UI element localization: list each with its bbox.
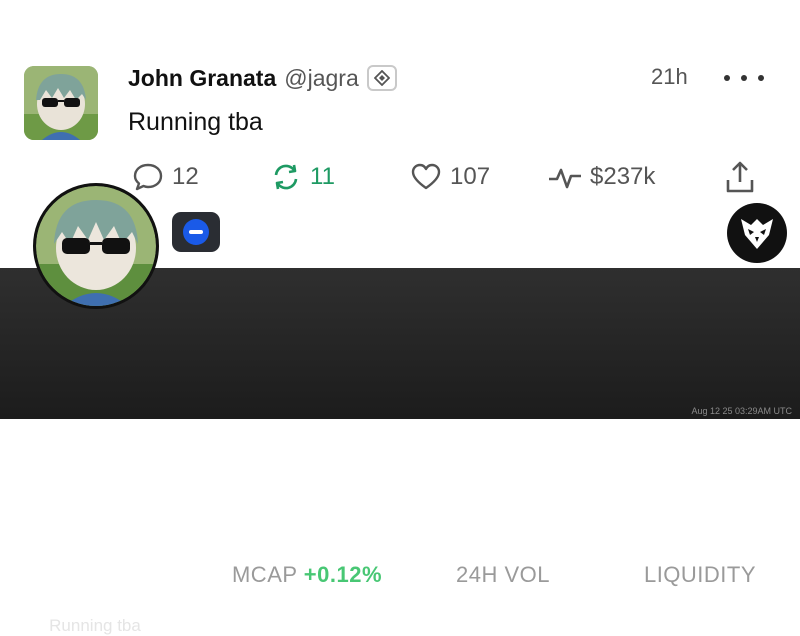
like-count: 107 bbox=[450, 163, 491, 190]
token-avatar bbox=[33, 183, 159, 309]
mcap-label: MCAP bbox=[231, 562, 298, 587]
diamond-badge-icon bbox=[366, 65, 397, 91]
post-time[interactable]: 21h bbox=[651, 64, 688, 90]
liquidity-label: LIQUIDITY bbox=[643, 562, 757, 587]
stat-volume: 24H VOL $1.2K bbox=[408, 562, 598, 632]
comment-icon bbox=[132, 162, 164, 192]
post-text: Running tba bbox=[128, 108, 263, 136]
liquidity-value: $100K bbox=[651, 594, 749, 631]
token-subtitle: Running tba bbox=[49, 616, 141, 635]
volume-value: $1.2K bbox=[458, 594, 548, 631]
owl-logo-icon bbox=[727, 203, 787, 263]
more-icon[interactable] bbox=[724, 66, 764, 90]
author-avatar[interactable] bbox=[24, 66, 98, 140]
timestamp: Aug 12 25 03:29AM UTC bbox=[691, 406, 792, 416]
repost-button[interactable]: 11 bbox=[270, 162, 335, 192]
reply-button[interactable]: 12 bbox=[132, 162, 199, 192]
share-button[interactable] bbox=[724, 160, 756, 194]
heart-icon bbox=[410, 162, 442, 192]
analytics-button[interactable]: $237k bbox=[548, 162, 655, 192]
views-count: $237k bbox=[590, 163, 656, 190]
like-button[interactable]: 107 bbox=[410, 162, 490, 192]
author-name[interactable]: John Granata bbox=[128, 65, 276, 92]
stat-liquidity: LIQUIDITY $100K bbox=[605, 562, 795, 632]
analytics-icon bbox=[548, 162, 582, 192]
author-handle[interactable]: @jagra bbox=[284, 65, 359, 92]
share-icon bbox=[724, 160, 756, 194]
repost-icon bbox=[270, 162, 302, 192]
volume-label: 24H VOL bbox=[456, 562, 550, 587]
chain-badge-icon bbox=[172, 212, 220, 252]
reply-count: 12 bbox=[172, 163, 199, 190]
token-name: Runningtba bbox=[28, 583, 162, 610]
stat-mcap: MCAP +0.12% $46K bbox=[212, 562, 402, 632]
author-row: John Granata @jagra bbox=[128, 62, 397, 94]
repost-count: 11 bbox=[310, 163, 335, 190]
mcap-change: +0.12% bbox=[303, 562, 383, 587]
mcap-value: $46K bbox=[267, 594, 347, 631]
